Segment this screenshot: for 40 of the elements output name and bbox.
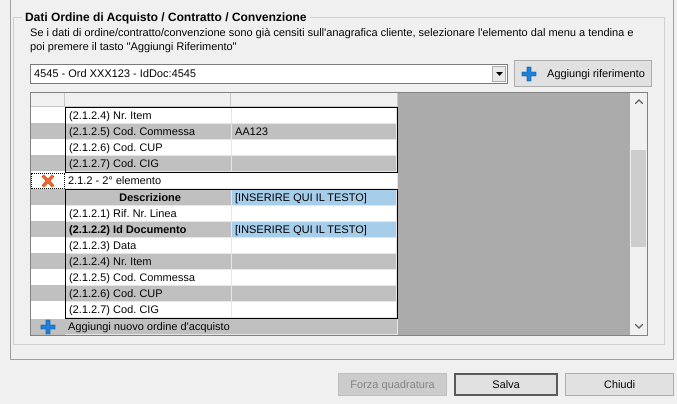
- delete-icon[interactable]: [40, 174, 56, 188]
- dialog-button[interactable]: Chiudi: [565, 373, 674, 396]
- field-value[interactable]: [232, 254, 397, 270]
- row-header[interactable]: [31, 173, 65, 189]
- field-value[interactable]: [232, 302, 397, 318]
- instructions-text: Se i dati di ordine/contratto/convenzione sono già censiti sull'anagrafica cliente, selezionare l'elemento dal menu a tendina e poi premere il tasto "Aggiungi Riferimento": [30, 26, 634, 54]
- field-label: (2.1.2.1) Rif. Nr. Linea: [66, 206, 232, 222]
- field-label: (2.1.2.6) Cod. CUP: [66, 286, 232, 302]
- scrollbar[interactable]: [630, 93, 647, 335]
- field-value[interactable]: [232, 156, 397, 172]
- scroll-down-icon[interactable]: [634, 324, 642, 329]
- add-icon: [40, 319, 56, 335]
- field-label: (2.1.2.6) Cod. CUP: [66, 140, 232, 156]
- field-label: (2.1.2.2) Id Documento: [66, 222, 232, 238]
- element-label: 2.1.2 - 2° elemento: [65, 173, 398, 189]
- field-value[interactable]: [232, 286, 397, 302]
- field-label: (2.1.2.3) Data: [66, 238, 232, 254]
- field-label: (2.1.2.5) Cod. Commessa: [66, 270, 232, 286]
- scroll-up-icon[interactable]: [634, 99, 642, 104]
- field-value[interactable]: [232, 140, 397, 156]
- field-value[interactable]: [232, 270, 397, 286]
- field-label: (2.1.2.4) Nr. Item: [66, 108, 232, 124]
- field-value[interactable]: [232, 238, 397, 254]
- field-value[interactable]: AA123: [232, 124, 397, 140]
- field-label: Descrizione: [66, 190, 232, 206]
- add-order-link[interactable]: Aggiungi nuovo ordine d'acquisto: [65, 319, 398, 335]
- field-label: (2.1.2.7) Cod. CIG: [66, 156, 232, 172]
- field-label: (2.1.2.5) Cod. Commessa: [66, 124, 232, 140]
- field-value[interactable]: [INSERIRE QUI IL TESTO]: [232, 222, 397, 238]
- add-reference-button[interactable]: Aggiungi riferimento: [514, 60, 652, 87]
- field-label: (2.1.2.7) Cod. CIG: [66, 302, 232, 318]
- reference-dropdown[interactable]: 4545 - Ord XXX123 - IdDoc:4545: [30, 64, 508, 84]
- dropdown-arrow-icon: [496, 72, 502, 76]
- group-title: Dati Ordine di Acquisto / Contratto / Convenzione: [24, 10, 308, 24]
- dialog-button[interactable]: Salva: [454, 373, 558, 396]
- field-value[interactable]: [INSERIRE QUI IL TESTO]: [232, 190, 397, 206]
- plus-icon: [521, 66, 537, 82]
- field-value[interactable]: [232, 206, 397, 222]
- field-label: (2.1.2.4) Nr. Item: [66, 254, 232, 270]
- field-value[interactable]: [232, 108, 397, 124]
